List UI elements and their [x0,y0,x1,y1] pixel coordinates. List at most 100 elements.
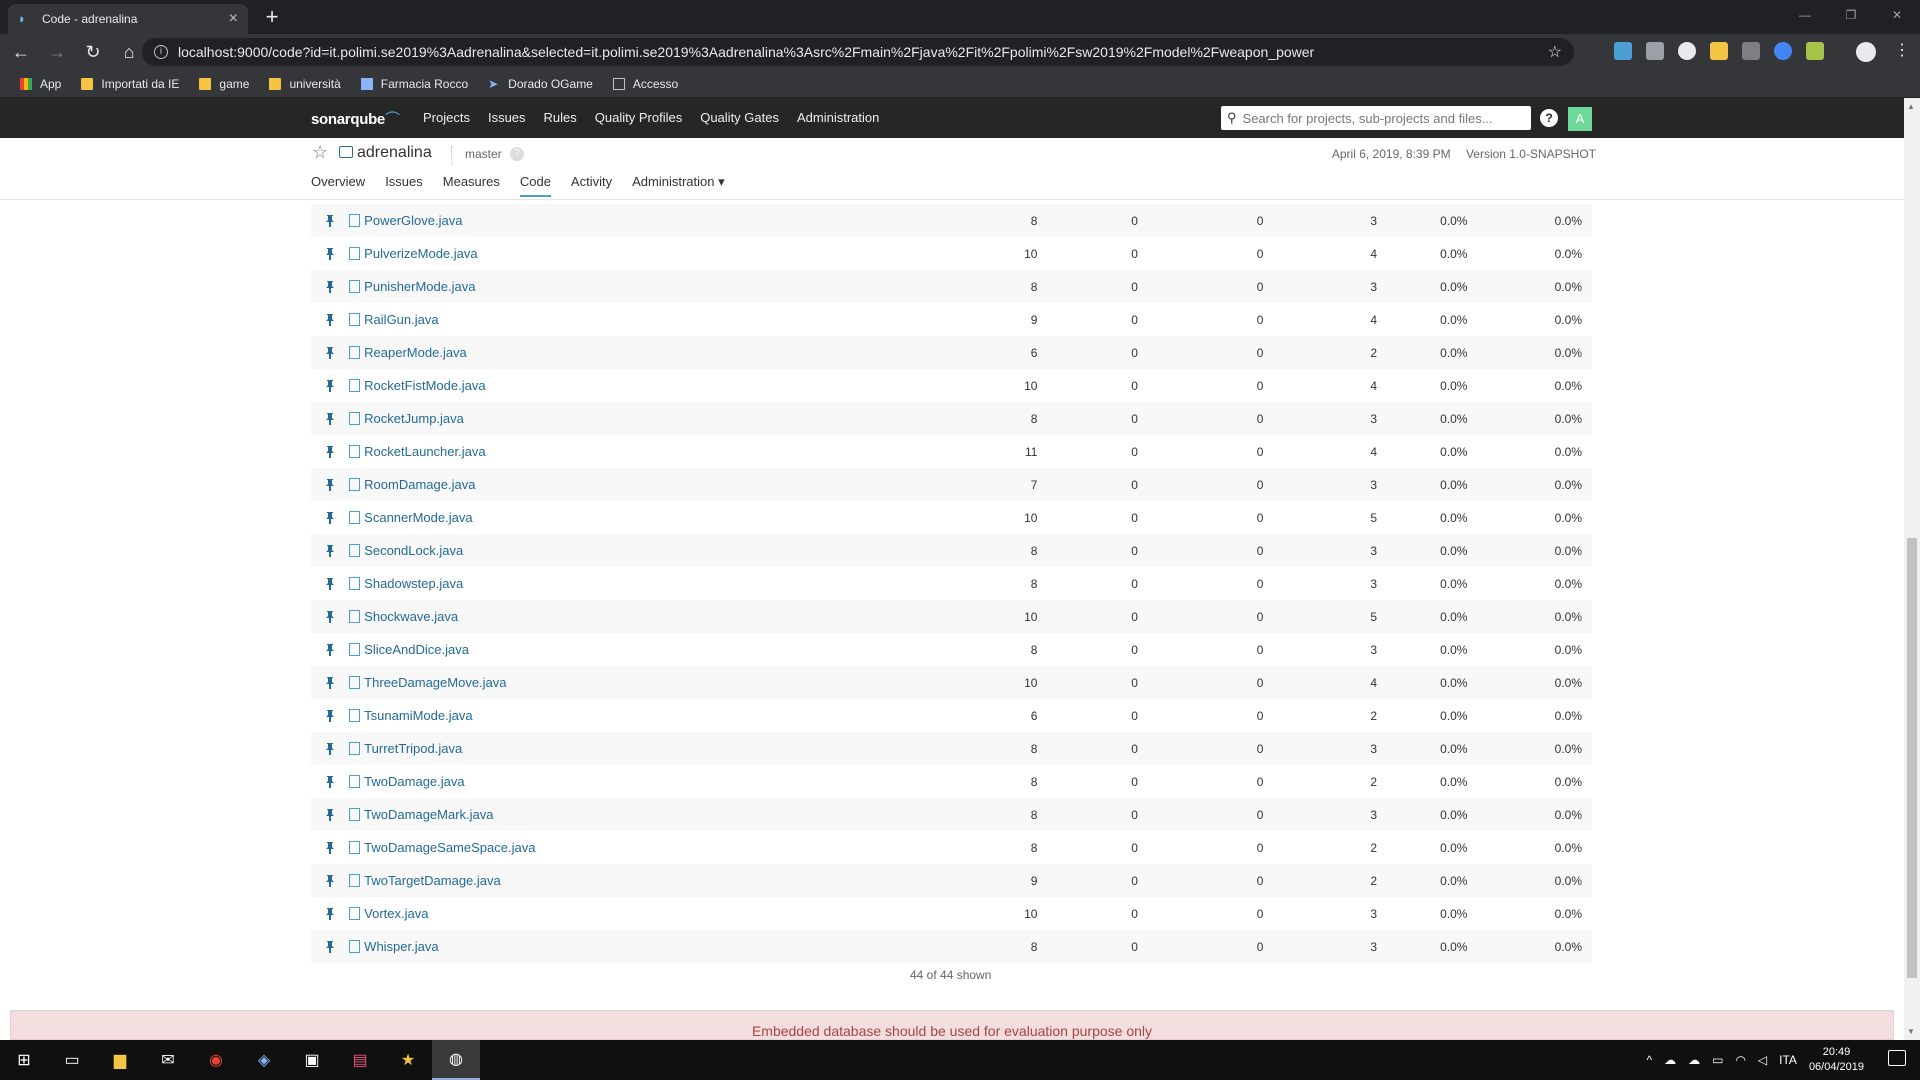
extension-icon[interactable] [1678,42,1696,60]
active-app-icon[interactable]: ◍ [432,1040,480,1080]
site-info-icon[interactable]: i [154,45,168,59]
file-link[interactable]: PunisherMode.java [364,279,475,294]
home-icon[interactable]: ⌂ [114,37,144,67]
windows-start-icon[interactable]: ⊞ [0,1040,48,1080]
pin-icon[interactable] [311,303,349,336]
file-link[interactable]: SecondLock.java [364,543,463,558]
tab-administration[interactable]: Administration ▾ [632,174,725,197]
bookmark-folder[interactable]: Importati da IE [73,72,187,96]
terminal-icon[interactable]: ▣ [288,1040,336,1080]
pin-icon[interactable] [311,468,349,501]
cloud-icon[interactable]: ☁ [1688,1053,1700,1067]
global-search[interactable]: ⚲ [1221,106,1531,130]
file-link[interactable]: TwoDamageMark.java [364,807,493,822]
pin-icon[interactable] [311,864,349,897]
pin-icon[interactable] [311,633,349,666]
file-link[interactable]: PulverizeMode.java [364,246,477,261]
pin-icon[interactable] [311,699,349,732]
bookmark-link[interactable]: Accesso [605,72,686,96]
scroll-thumb[interactable] [1907,538,1917,978]
file-link[interactable]: SliceAndDice.java [364,642,469,657]
file-link[interactable]: TurretTripod.java [364,741,462,756]
bookmark-link[interactable]: ➤ Dorado OGame [480,72,601,96]
tray-chevron-icon[interactable]: ^ [1646,1053,1652,1067]
virtualbox-icon[interactable]: ◈ [240,1040,288,1080]
nav-rules[interactable]: Rules [535,98,586,138]
extension-icon[interactable] [1710,42,1728,60]
bookmark-apps[interactable]: App [12,72,69,96]
tab-measures[interactable]: Measures [443,174,500,197]
tab-activity[interactable]: Activity [571,174,612,197]
bookmark-star-icon[interactable]: ☆ [1548,42,1562,62]
chrome-icon[interactable]: ◉ [192,1040,240,1080]
pin-icon[interactable] [311,567,349,600]
pin-icon[interactable] [311,666,349,699]
bookmark-folder[interactable]: game [191,72,257,96]
extension-icon[interactable] [1646,42,1664,60]
file-link[interactable]: Shadowstep.java [364,576,463,591]
url-text[interactable]: localhost:9000/code?id=it.polimi.se2019%… [178,44,1548,60]
pin-icon[interactable] [311,336,349,369]
file-explorer-icon[interactable]: ▆ [96,1040,144,1080]
volume-icon[interactable]: ◁ [1758,1053,1767,1067]
extension-icon[interactable] [1742,42,1760,60]
pin-icon[interactable] [311,765,349,798]
file-link[interactable]: ThreeDamageMove.java [364,675,506,690]
file-link[interactable]: TwoDamageSameSpace.java [364,840,535,855]
file-link[interactable]: RocketJump.java [364,411,464,426]
search-input[interactable] [1242,110,1525,126]
reload-icon[interactable]: ↻ [78,37,108,67]
pin-icon[interactable] [311,369,349,402]
star-app-icon[interactable]: ★ [384,1040,432,1080]
back-icon[interactable]: ← [6,37,36,67]
tab-overview[interactable]: Overview [311,174,365,197]
favorite-star-icon[interactable]: ☆ [312,142,328,163]
close-window-icon[interactable]: ✕ [1874,0,1920,34]
nav-quality-profiles[interactable]: Quality Profiles [586,98,691,138]
sonarqube-logo[interactable]: sonarqube⌒ [311,108,400,129]
file-link[interactable]: RocketFistMode.java [364,378,485,393]
extension-icon[interactable] [1774,42,1792,60]
pin-icon[interactable] [311,930,349,963]
minimize-icon[interactable]: — [1782,0,1828,34]
task-view-icon[interactable]: ▭ [48,1040,96,1080]
pin-icon[interactable] [311,270,349,303]
intellij-icon[interactable]: ▤ [336,1040,384,1080]
tab-code[interactable]: Code [519,174,551,197]
language-indicator[interactable]: ITA [1779,1053,1797,1067]
help-icon[interactable]: ? [1540,109,1558,127]
forward-icon[interactable]: → [42,37,72,67]
project-name[interactable]: adrenalina [357,144,432,162]
restore-icon[interactable]: ❐ [1828,0,1874,34]
clock[interactable]: 20:49 06/04/2019 [1809,1045,1864,1075]
file-link[interactable]: PowerGlove.java [364,213,462,228]
pin-icon[interactable] [311,237,349,270]
pin-icon[interactable] [311,831,349,864]
nav-projects[interactable]: Projects [414,98,479,138]
browser-menu-icon[interactable]: ⋮ [1894,40,1910,60]
pin-icon[interactable] [311,897,349,930]
address-bar[interactable]: i localhost:9000/code?id=it.polimi.se201… [142,38,1574,66]
nav-administration[interactable]: Administration [788,98,888,138]
user-avatar[interactable]: A [1568,107,1592,131]
pin-icon[interactable] [311,501,349,534]
new-tab-button[interactable]: + [258,4,286,32]
file-link[interactable]: TsunamiMode.java [364,708,472,723]
file-link[interactable]: ReaperMode.java [364,345,467,360]
nav-quality-gates[interactable]: Quality Gates [691,98,788,138]
file-link[interactable]: Shockwave.java [364,609,458,624]
pin-icon[interactable] [311,534,349,567]
pin-icon[interactable] [311,402,349,435]
extension-icon[interactable] [1614,42,1632,60]
battery-icon[interactable]: ▭ [1712,1053,1723,1067]
tab-issues[interactable]: Issues [385,174,423,197]
wifi-icon[interactable]: ◠ [1735,1053,1745,1067]
close-tab-icon[interactable]: × [229,10,238,28]
onedrive-icon[interactable]: ☁ [1664,1053,1676,1067]
pin-icon[interactable] [311,732,349,765]
bookmark-link[interactable]: Farmacia Rocco [353,72,476,96]
page-scrollbar[interactable]: ▲ ▼ [1904,98,1920,1040]
pin-icon[interactable] [311,435,349,468]
file-link[interactable]: RailGun.java [364,312,438,327]
mail-icon[interactable]: ✉ [144,1040,192,1080]
